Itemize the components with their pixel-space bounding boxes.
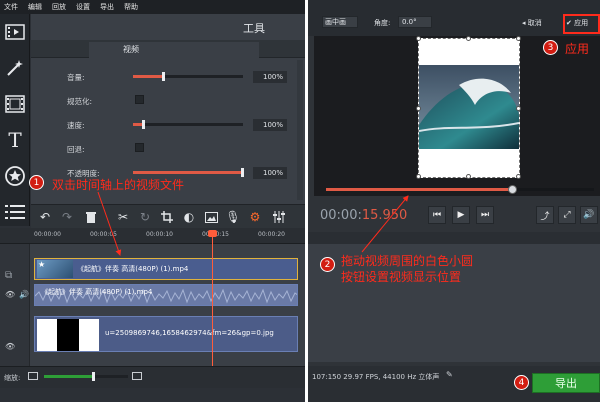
annotation-arrows — [97, 191, 409, 256]
